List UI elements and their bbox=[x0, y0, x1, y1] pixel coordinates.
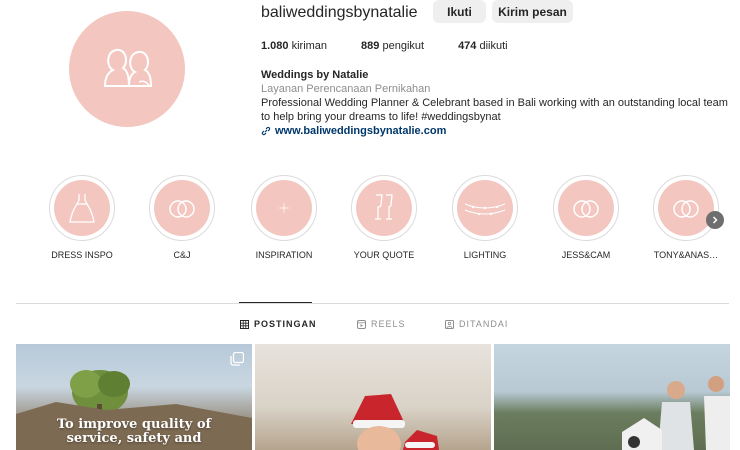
highlight-cover bbox=[658, 180, 714, 236]
highlight-ring bbox=[49, 175, 115, 241]
highlight-ring bbox=[553, 175, 619, 241]
profile-category: Layanan Perencanaan Pernikahan bbox=[261, 83, 431, 95]
grid-icon bbox=[240, 319, 249, 329]
champagne-icon bbox=[375, 194, 393, 220]
post-thumbnail[interactable] bbox=[255, 344, 491, 450]
following-label: diikuti bbox=[479, 40, 508, 52]
website-link-text: www.baliweddingsbynatalie.com bbox=[275, 125, 447, 137]
tab-label: REELS bbox=[371, 319, 406, 329]
highlight-c-and-j[interactable]: C&J bbox=[137, 175, 227, 260]
highlight-label: LIGHTING bbox=[463, 250, 507, 260]
highlight-cover bbox=[154, 180, 210, 236]
tagged-icon bbox=[445, 319, 454, 329]
posts-count: 1.080 bbox=[261, 40, 289, 52]
highlight-ring bbox=[653, 175, 719, 241]
highlight-lighting[interactable]: LIGHTING bbox=[440, 175, 530, 260]
reels-icon bbox=[357, 319, 366, 329]
highlight-label: DRESS INSPO bbox=[51, 250, 113, 260]
profile-bio: Weddings by Natalie Layanan Perencanaan … bbox=[261, 68, 736, 138]
profile-username: baliweddingsbynatalie bbox=[261, 4, 418, 21]
rings-icon bbox=[673, 200, 699, 218]
highlight-label: INSPIRATION bbox=[255, 250, 313, 260]
posts-label: kiriman bbox=[291, 40, 328, 52]
tab-label: POSTINGAN bbox=[254, 319, 317, 329]
string-lights-icon bbox=[464, 203, 506, 216]
tab-tagged[interactable]: DITANDAI bbox=[445, 319, 508, 329]
profile-display-name: Weddings by Natalie bbox=[261, 69, 369, 81]
active-tab-indicator bbox=[239, 302, 312, 303]
profile-description: Professional Wedding Planner & Celebrant… bbox=[261, 97, 728, 123]
tab-reels[interactable]: REELS bbox=[357, 319, 406, 329]
highlight-dress-inspo[interactable]: DRESS INSPO bbox=[37, 175, 127, 260]
highlight-ring bbox=[452, 175, 518, 241]
highlight-cover bbox=[256, 180, 312, 236]
highlight-label: TONY&ANAS… bbox=[653, 250, 719, 260]
link-icon bbox=[261, 126, 271, 136]
highlight-ring bbox=[149, 175, 215, 241]
highlight-cover bbox=[356, 180, 412, 236]
profile-website-link[interactable]: www.baliweddingsbynatalie.com bbox=[261, 124, 736, 138]
highlight-ring bbox=[351, 175, 417, 241]
followers-count: 889 bbox=[361, 40, 380, 52]
send-message-button[interactable]: Kirim pesan bbox=[492, 0, 573, 23]
tab-label: DITANDAI bbox=[459, 319, 509, 329]
highlight-label: YOUR QUOTE bbox=[353, 250, 415, 260]
rings-icon bbox=[169, 200, 195, 218]
highlight-cover bbox=[457, 180, 513, 236]
followers-stat[interactable]: 889 pengikut bbox=[361, 40, 424, 52]
rings-icon bbox=[573, 200, 599, 218]
highlight-jess-and-cam[interactable]: JESS&CAM bbox=[541, 175, 631, 260]
follow-button[interactable]: Ikuti bbox=[433, 0, 486, 23]
post-thumbnail[interactable] bbox=[494, 344, 730, 450]
dress-icon bbox=[69, 194, 95, 223]
tabs-divider bbox=[16, 303, 729, 304]
santa-hat-photo-image bbox=[351, 394, 439, 450]
highlight-ring bbox=[251, 175, 317, 241]
profile-stats: 1.080 kiriman 889 pengikut 474 diikuti bbox=[261, 40, 542, 52]
highlight-cover bbox=[558, 180, 614, 236]
highlight-your-quote[interactable]: YOUR QUOTE bbox=[339, 175, 429, 260]
highlight-inspiration[interactable]: INSPIRATION bbox=[239, 175, 329, 260]
post-overlay-text-line1: To improve quality of bbox=[56, 417, 212, 432]
following-count: 474 bbox=[458, 40, 477, 52]
tab-posts[interactable]: POSTINGAN bbox=[240, 319, 317, 329]
following-stat[interactable]: 474 diikuti bbox=[458, 40, 508, 52]
highlight-label: C&J bbox=[173, 250, 191, 260]
scooter-couple-image bbox=[622, 376, 730, 450]
highlight-cover bbox=[54, 180, 110, 236]
highlight-label: JESS&CAM bbox=[561, 250, 611, 260]
followers-label: pengikut bbox=[382, 40, 425, 52]
profile-avatar[interactable] bbox=[69, 11, 185, 127]
chevron-right-icon bbox=[712, 216, 718, 224]
sparkle-icon bbox=[277, 201, 291, 215]
story-highlights: DRESS INSPO C&J INSPIRATION YOUR QUOTE L… bbox=[0, 175, 740, 270]
multiple-photos-icon bbox=[230, 352, 244, 366]
couple-silhouette-icon bbox=[103, 48, 153, 87]
post-overlay-text-line2: service, safety and bbox=[66, 431, 202, 446]
highlights-next-button[interactable] bbox=[706, 211, 724, 229]
post-thumbnail[interactable]: To improve quality of service, safety an… bbox=[16, 344, 252, 450]
posts-stat: 1.080 kiriman bbox=[261, 40, 327, 52]
